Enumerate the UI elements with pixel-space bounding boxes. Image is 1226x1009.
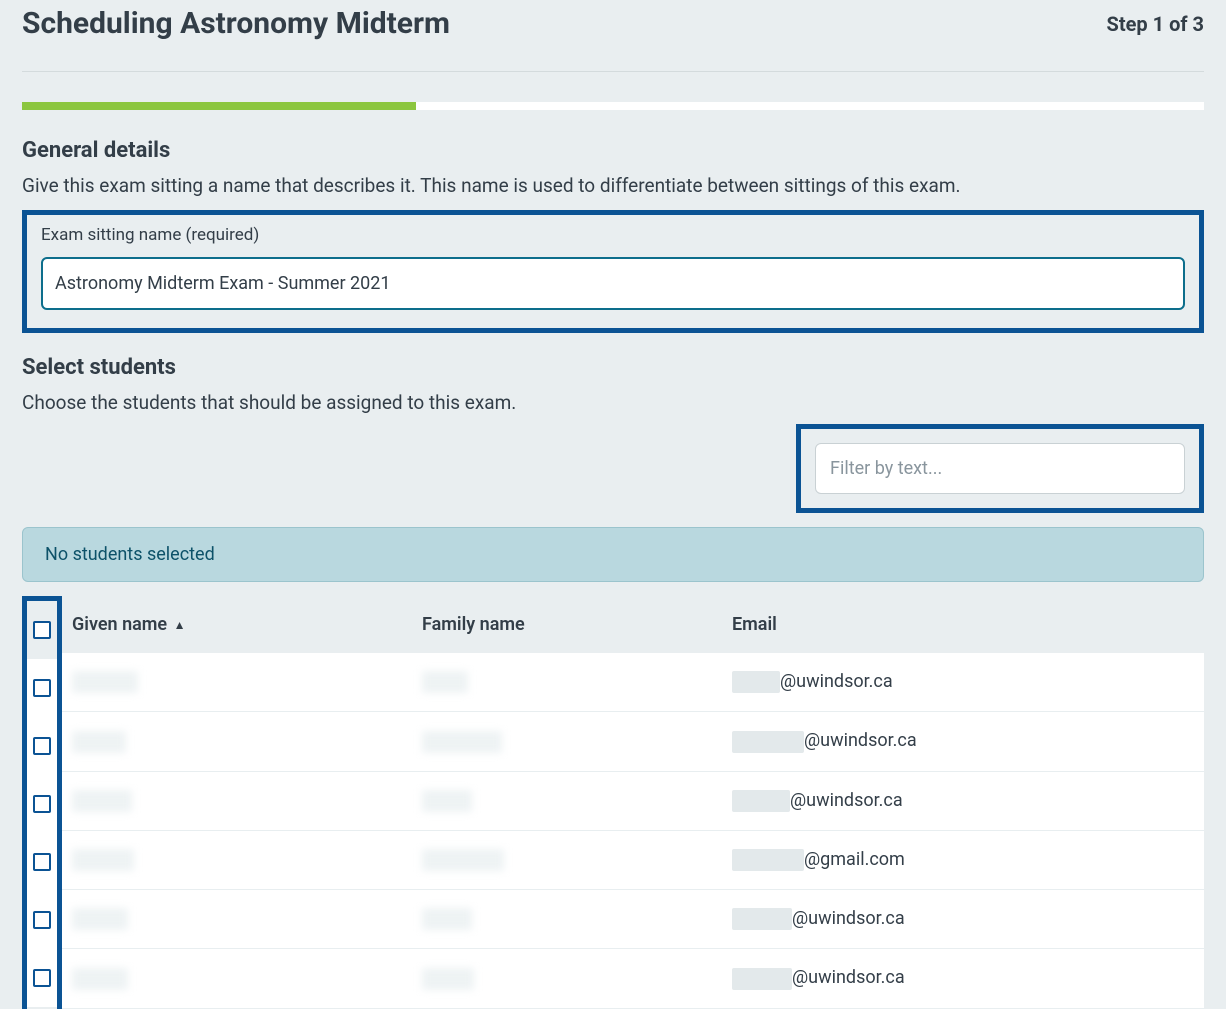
page-title: Scheduling Astronomy Midterm	[22, 6, 450, 41]
email-prefix-redacted	[732, 790, 790, 812]
col-header-family-name[interactable]: Family name	[412, 596, 722, 653]
filter-highlight	[796, 424, 1204, 513]
email-domain: @uwindsor.ca	[792, 967, 905, 988]
table-row: @uwindsor.ca	[62, 949, 1204, 1008]
general-details-heading: General details	[22, 138, 1204, 163]
given-name-redacted	[72, 968, 128, 990]
progress-bar	[22, 102, 1204, 110]
given-name-redacted	[72, 908, 128, 930]
filter-input[interactable]	[815, 443, 1185, 494]
row-checkbox[interactable]	[33, 737, 51, 755]
col-header-given-name[interactable]: Given name ▲	[62, 596, 412, 653]
row-checkbox[interactable]	[33, 853, 51, 871]
email-prefix-redacted	[732, 908, 792, 930]
step-indicator: Step 1 of 3	[1107, 12, 1204, 36]
row-checkbox[interactable]	[33, 795, 51, 813]
col-header-given-name-label: Given name	[72, 614, 167, 635]
table-row: @uwindsor.ca	[62, 771, 1204, 830]
email-domain: @uwindsor.ca	[804, 730, 917, 751]
family-name-redacted	[422, 968, 474, 990]
email-domain: @uwindsor.ca	[790, 790, 903, 811]
col-header-email-label: Email	[732, 614, 777, 635]
given-name-redacted	[72, 731, 126, 753]
select-students-heading: Select students	[22, 355, 1204, 380]
checkbox-column-highlight	[22, 596, 62, 1009]
progress-fill	[22, 102, 416, 110]
email-domain: @gmail.com	[804, 849, 905, 870]
email-prefix-redacted	[732, 731, 804, 753]
given-name-redacted	[72, 849, 134, 871]
family-name-redacted	[422, 908, 472, 930]
row-checkbox[interactable]	[33, 911, 51, 929]
exam-name-input[interactable]	[41, 257, 1185, 310]
email-prefix-redacted	[732, 968, 792, 990]
family-name-redacted	[422, 671, 468, 693]
exam-name-label: Exam sitting name (required)	[41, 225, 1185, 245]
given-name-redacted	[72, 790, 132, 812]
row-checkbox[interactable]	[33, 679, 51, 697]
selection-status-banner: No students selected	[22, 527, 1204, 582]
email-prefix-redacted	[732, 849, 804, 871]
divider	[22, 71, 1204, 72]
email-domain: @uwindsor.ca	[792, 908, 905, 929]
table-row: @uwindsor.ca	[62, 712, 1204, 771]
col-header-email[interactable]: Email	[722, 596, 1204, 653]
sort-asc-icon: ▲	[174, 618, 186, 632]
select-students-desc: Choose the students that should be assig…	[22, 390, 1204, 417]
students-table: Given name ▲ Family name Email @uwindsor…	[22, 596, 1204, 1009]
col-header-family-name-label: Family name	[422, 614, 525, 635]
family-name-redacted	[422, 731, 502, 753]
table-row: @uwindsor.ca	[62, 890, 1204, 949]
family-name-redacted	[422, 790, 472, 812]
email-domain: @uwindsor.ca	[780, 671, 893, 692]
family-name-redacted	[422, 849, 504, 871]
row-checkbox[interactable]	[33, 969, 51, 987]
table-row: @gmail.com	[62, 830, 1204, 889]
given-name-redacted	[72, 671, 138, 693]
table-row: @uwindsor.ca	[62, 653, 1204, 712]
select-all-checkbox[interactable]	[33, 621, 51, 639]
general-details-desc: Give this exam sitting a name that descr…	[22, 173, 1204, 200]
email-prefix-redacted	[732, 671, 780, 693]
exam-name-highlight: Exam sitting name (required)	[22, 210, 1204, 333]
